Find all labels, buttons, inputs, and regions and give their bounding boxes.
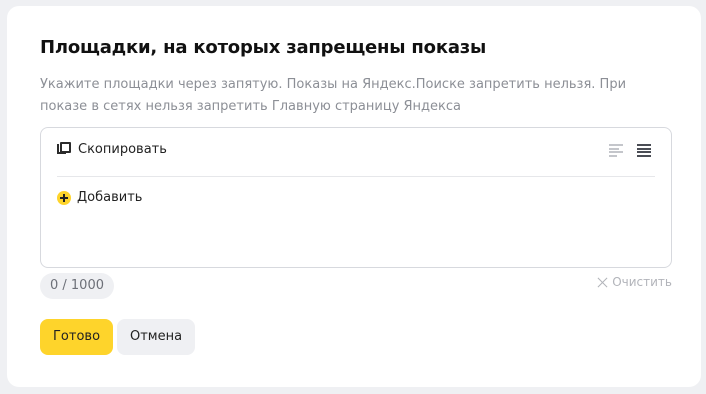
done-button[interactable]: Готово xyxy=(40,319,114,355)
copy-icon xyxy=(57,142,72,157)
close-icon xyxy=(597,277,608,288)
dialog-card: Площадки, на которых запрещены показы Ук… xyxy=(7,6,701,387)
clear-button[interactable]: Очистить xyxy=(597,275,672,289)
editor-divider xyxy=(57,176,655,177)
clear-button-label: Очистить xyxy=(612,275,672,289)
add-button-label: Добавить xyxy=(77,190,143,205)
copy-button-label: Скопировать xyxy=(78,142,167,157)
add-button[interactable]: Добавить xyxy=(57,190,142,205)
list-view-icon[interactable] xyxy=(609,144,623,157)
dialog-title: Площадки, на которых запрещены показы xyxy=(40,37,487,58)
dialog-hint: Укажите площадки через запятую. Показы н… xyxy=(40,77,627,114)
view-toggle xyxy=(609,144,651,157)
character-counter: 0 / 1000 xyxy=(40,273,114,299)
sites-editor[interactable]: Скопировать Добавить xyxy=(40,127,672,268)
plus-circle-icon xyxy=(57,190,71,205)
cancel-button[interactable]: Отмена xyxy=(117,319,196,355)
table-view-icon[interactable] xyxy=(637,144,651,157)
copy-button[interactable]: Скопировать xyxy=(57,142,167,157)
